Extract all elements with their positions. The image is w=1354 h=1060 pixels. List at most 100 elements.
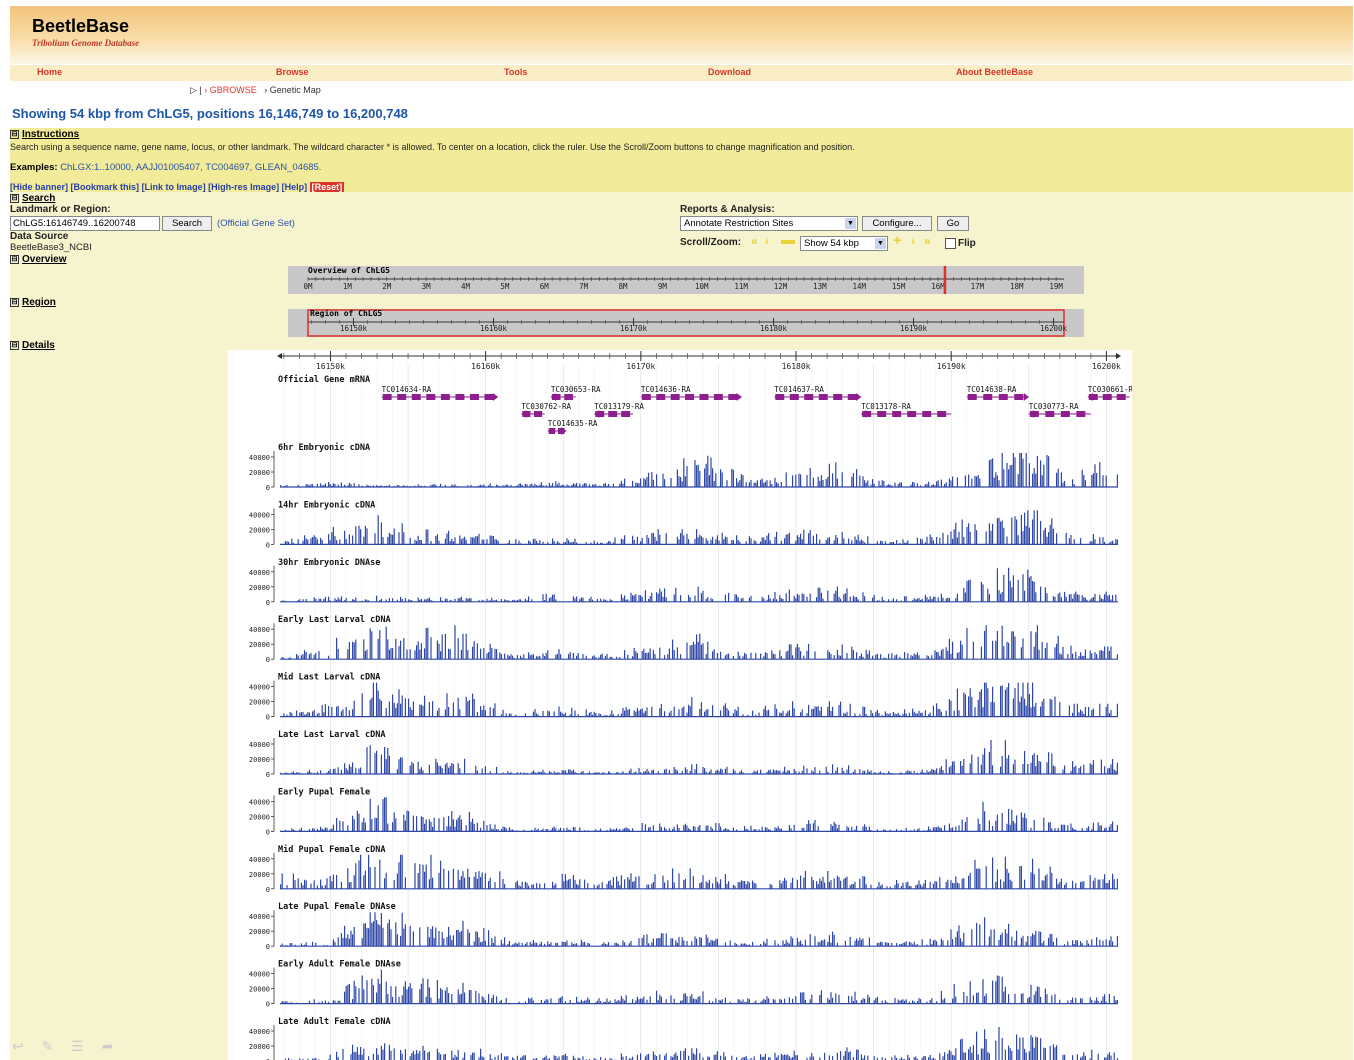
gene-exon	[426, 394, 436, 400]
coverage-bars	[280, 912, 1118, 947]
zoom-out-icon[interactable]	[781, 240, 795, 244]
y-tick-label: 20000	[249, 871, 270, 879]
play-icon[interactable]: ▷	[190, 85, 197, 95]
overview-tick-label: 9M	[658, 282, 668, 291]
y-tick-label: 40000	[249, 569, 270, 577]
instructions-toggle[interactable]: ⊟ Instructions	[10, 129, 79, 140]
page-title: Showing 54 kbp from ChLG5, positions 16,…	[12, 106, 408, 121]
gene-exon	[608, 411, 618, 417]
y-tick-label: 0	[266, 484, 270, 492]
y-tick-label: 0	[266, 599, 270, 607]
y-tick-label: 40000	[249, 684, 270, 692]
scroll-left-far-icon[interactable]: «	[751, 234, 758, 248]
gene-label: TC030762-RA	[521, 402, 571, 411]
coverage-bars	[284, 1027, 1118, 1060]
link-to-image-link[interactable]: [Link to Image]	[142, 182, 206, 192]
scroll-left-icon[interactable]: ‹	[765, 234, 769, 248]
overview-tick-label: 1M	[343, 282, 353, 291]
gene-label: TC014637-RA	[774, 385, 824, 394]
gene-exon	[998, 394, 1008, 400]
data-source-label: Data Source	[10, 231, 69, 242]
landmark-input[interactable]: ChLG5:16146749..16200748	[10, 216, 160, 231]
scroll-right-icon[interactable]: ›	[911, 234, 915, 248]
bookmark-link[interactable]: [Bookmark this]	[71, 182, 140, 192]
reports-select[interactable]: Annotate Restriction Sites ▼	[680, 216, 858, 231]
undo-icon[interactable]: ↩	[12, 1038, 24, 1054]
official-gene-set[interactable]: (Official Gene Set)	[217, 218, 295, 229]
y-tick-label: 20000	[249, 526, 270, 534]
details-canvas[interactable]: 16150k 16160k 16170k 16180k 16190k 16200k Offi…	[228, 350, 1132, 1060]
y-tick-label: 20000	[249, 699, 270, 707]
zoom-in-icon[interactable]: +	[893, 232, 902, 249]
gene-exon	[548, 428, 556, 434]
y-tick-label: 0	[266, 541, 270, 549]
gene-exon	[847, 394, 857, 400]
gene-exon	[937, 411, 947, 417]
gene-label: TC014635-RA	[548, 419, 598, 428]
breadcrumb-genetic-map[interactable]: Genetic Map	[270, 85, 321, 95]
overview-ruler[interactable]: Overview of ChLG5 0M 1M 2M 3M 4M 5M 6M 7M 8M 9M 10…	[288, 266, 1084, 294]
track-title: Early Pupal Female	[278, 787, 370, 797]
region-toggle[interactable]: ⊟ Region	[10, 297, 56, 308]
overview-toggle[interactable]: ⊟ Overview	[10, 254, 66, 265]
overview-position-marker	[943, 266, 947, 294]
gene-label: TC013178-RA	[861, 402, 911, 411]
banner: BeetleBase Tribolium Genome Database	[10, 6, 1353, 64]
gene-exon	[641, 394, 651, 400]
site-title[interactable]: BeetleBase	[32, 16, 129, 37]
region-tick-label: 16160k	[480, 324, 508, 333]
collapse-icon[interactable]: ⊟	[10, 255, 19, 264]
reset-link[interactable]: [Reset]	[309, 182, 345, 192]
list-icon[interactable]: ☰	[71, 1038, 84, 1054]
overview-tick-label: 8M	[618, 282, 628, 291]
menu-tools[interactable]: Tools	[504, 67, 527, 77]
collapse-icon[interactable]: ⊟	[10, 130, 19, 139]
collapse-icon[interactable]: ⊟	[10, 341, 19, 350]
details-toggle[interactable]: ⊟ Details	[10, 340, 55, 351]
search-toggle[interactable]: ⊟ Search	[10, 193, 55, 204]
gene-exon	[775, 394, 785, 400]
forward-icon[interactable]: ➦	[102, 1038, 114, 1054]
overview-tick-label: 0M	[303, 282, 313, 291]
help-link[interactable]: [Help]	[282, 182, 308, 192]
breadcrumb-gbrowse[interactable]: GBROWSE	[210, 85, 257, 95]
overview-tick-label: 14M	[852, 282, 866, 291]
pencil-icon[interactable]: ✎	[42, 1038, 54, 1054]
breadcrumb: ▷ | › GBROWSE › Genetic Map	[190, 85, 321, 95]
scrollzoom-label: Scroll/Zoom:	[680, 237, 742, 248]
hide-banner-link[interactable]: [Hide banner]	[10, 182, 68, 192]
ruler-tick-label: 16160k	[471, 362, 500, 371]
gene-exon	[922, 411, 932, 417]
region-ruler[interactable]: Region of ChLG5 16150k 16160k 16170k 16180k…	[288, 309, 1084, 337]
overview-tick-label: 2M	[382, 282, 392, 291]
ruler-tick-label: 16190k	[937, 362, 966, 371]
overview-tick-label: 11M	[734, 282, 748, 291]
overview-tick-label: 18M	[1010, 282, 1024, 291]
gene-exon	[789, 394, 799, 400]
configure-button[interactable]: Configure...	[862, 216, 932, 231]
track-title: 14hr Embryonic cDNA	[278, 499, 375, 510]
collapse-icon[interactable]: ⊟	[10, 194, 19, 203]
gene-exon	[685, 394, 695, 400]
zoom-select[interactable]: Show 54 kbp ▼	[800, 236, 888, 251]
y-tick-label: 40000	[249, 856, 270, 864]
scroll-right-far-icon[interactable]: »	[924, 234, 931, 248]
coverage-bars	[280, 797, 1118, 832]
coverage-bars	[283, 682, 1118, 717]
flip-checkbox[interactable]	[945, 238, 956, 249]
examples-links[interactable]: ChLGX:1..10000, AAJJ01005407, TC004697, …	[60, 162, 321, 173]
high-res-image-link[interactable]: [High-res Image]	[208, 182, 279, 192]
gene-exon	[670, 394, 680, 400]
menu-home[interactable]: Home	[37, 67, 62, 77]
search-button[interactable]: Search	[162, 216, 212, 231]
landmark-label: Landmark or Region:	[10, 204, 111, 215]
overview-tick-label: 10M	[695, 282, 709, 291]
menu-download[interactable]: Download	[708, 67, 751, 77]
go-button[interactable]: Go	[937, 216, 969, 231]
overview-tick-label: 3M	[422, 282, 432, 291]
ruler-right-arrow-icon	[1116, 353, 1121, 359]
menu-browse[interactable]: Browse	[276, 67, 309, 77]
collapse-icon[interactable]: ⊟	[10, 298, 19, 307]
menu-about[interactable]: About BeetleBase	[956, 67, 1033, 77]
y-tick-label: 0	[266, 828, 270, 836]
